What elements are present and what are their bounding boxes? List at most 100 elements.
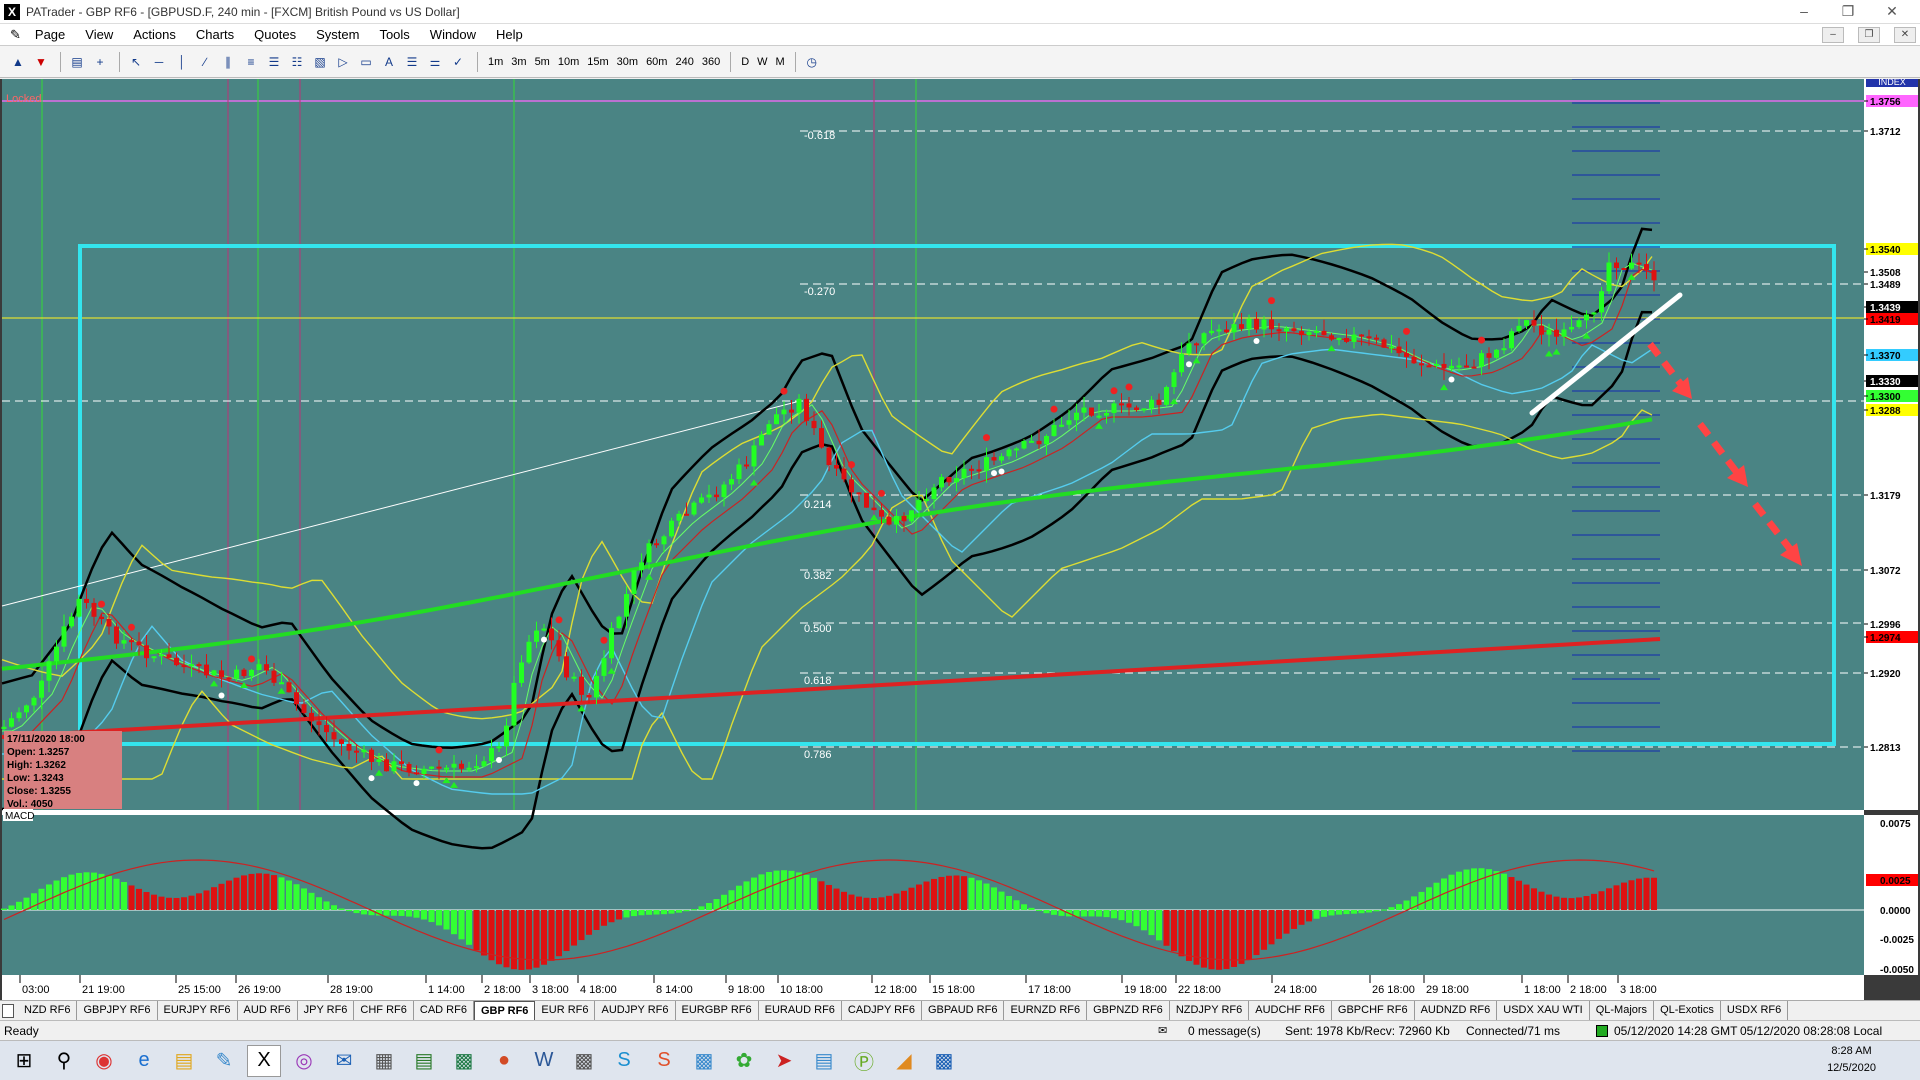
patrader-taskbar-icon[interactable]: X	[247, 1044, 281, 1077]
powerpoint-icon[interactable]: ●	[484, 1042, 524, 1080]
word-icon[interactable]: W	[524, 1042, 564, 1080]
calculator-icon[interactable]: ▦	[364, 1042, 404, 1080]
bird-icon[interactable]: ➤	[764, 1042, 804, 1080]
gann-icon[interactable]: ▧	[310, 52, 330, 72]
timeframe-3m[interactable]: 3m	[511, 56, 526, 68]
chart-icon[interactable]: ▤	[67, 52, 87, 72]
tab-scroll-icon[interactable]	[2, 1003, 14, 1018]
menu-actions[interactable]: Actions	[123, 24, 186, 46]
status-messages[interactable]: 0 message(s)	[1188, 1021, 1261, 1041]
w-green-icon[interactable]: Ⓟ	[844, 1042, 884, 1080]
tab-nzd-rf6[interactable]: NZD RF6	[18, 1001, 78, 1020]
tab-gbpnzd-rf6[interactable]: GBPNZD RF6	[1087, 1001, 1170, 1020]
crosshair-icon[interactable]: +	[90, 52, 110, 72]
tab-eurgbp-rf6[interactable]: EURGBP RF6	[676, 1001, 759, 1020]
tab-gbpchf-rf6[interactable]: GBPCHF RF6	[1332, 1001, 1415, 1020]
chart-app-icon[interactable]: ▤	[404, 1042, 444, 1080]
tab-audjpy-rf6[interactable]: AUDJPY RF6	[595, 1001, 676, 1020]
restore-icon[interactable]: ❐	[1826, 0, 1870, 24]
tab-euraud-rf6[interactable]: EURAUD RF6	[759, 1001, 842, 1020]
slash-app-icon[interactable]: ◢	[884, 1042, 924, 1080]
menu-window[interactable]: Window	[420, 24, 486, 46]
timeframe-360[interactable]: 360	[702, 56, 720, 68]
menu-help[interactable]: Help	[486, 24, 533, 46]
close-icon[interactable]: ✕	[1870, 0, 1914, 24]
buy-icon[interactable]: ▲	[8, 52, 28, 72]
timeframe-240[interactable]: 240	[675, 56, 693, 68]
menu-charts[interactable]: Charts	[186, 24, 244, 46]
timeframe-15m[interactable]: 15m	[587, 56, 608, 68]
s-orange-icon[interactable]: S	[644, 1042, 684, 1080]
fibonacci-icon[interactable]: ≡	[241, 52, 261, 72]
timeframe-60m[interactable]: 60m	[646, 56, 667, 68]
draw-tool-icon[interactable]: ✓	[448, 52, 468, 72]
tab-eurnzd-rf6[interactable]: EURNZD RF6	[1004, 1001, 1088, 1020]
timeframe-5m[interactable]: 5m	[535, 56, 550, 68]
timeframe-w[interactable]: W	[757, 56, 767, 68]
sell-icon[interactable]: ▼	[31, 52, 51, 72]
tab-eurjpy-rf6[interactable]: EURJPY RF6	[158, 1001, 238, 1020]
menu-view[interactable]: View	[75, 24, 123, 46]
vertical-line-icon[interactable]: │	[172, 52, 192, 72]
tab-audnzd-rf6[interactable]: AUDNZD RF6	[1415, 1001, 1498, 1020]
menu-page[interactable]: Page	[25, 24, 75, 46]
timeframe-1m[interactable]: 1m	[488, 56, 503, 68]
tab-aud-rf6[interactable]: AUD RF6	[238, 1001, 298, 1020]
tab-usdx-rf6[interactable]: USDX RF6	[1721, 1001, 1789, 1020]
chart-area[interactable]: -0.618 -0.270 0.214 0.382 0.500 0.618 0.…	[0, 79, 1920, 1000]
mail-icon[interactable]: ✉	[1158, 1021, 1167, 1041]
page-icon[interactable]: ✎	[0, 24, 25, 46]
menu-tools[interactable]: Tools	[369, 24, 419, 46]
tab-gbpjpy-rf6[interactable]: GBPJPY RF6	[77, 1001, 158, 1020]
channel-icon[interactable]: ∥	[218, 52, 238, 72]
tab-eur-rf6[interactable]: EUR RF6	[535, 1001, 596, 1020]
tab-chf-rf6[interactable]: CHF RF6	[354, 1001, 414, 1020]
timeframe-10m[interactable]: 10m	[558, 56, 579, 68]
text-icon[interactable]: A	[379, 52, 399, 72]
excel-icon[interactable]: ▩	[444, 1042, 484, 1080]
tab-cad-rf6[interactable]: CAD RF6	[414, 1001, 474, 1020]
horizontal-line-icon[interactable]: ─	[149, 52, 169, 72]
tab-nzdjpy-rf6[interactable]: NZDJPY RF6	[1170, 1001, 1250, 1020]
andrews-icon[interactable]: ⚌	[425, 52, 445, 72]
timeframe-d[interactable]: D	[741, 56, 749, 68]
leaf-icon[interactable]: ✿	[724, 1042, 764, 1080]
cursor-icon[interactable]: ↖	[126, 52, 146, 72]
windows-start-icon[interactable]: ⊞	[4, 1042, 44, 1080]
tab-usdx-xau-wti[interactable]: USDX XAU WTI	[1497, 1001, 1590, 1020]
s-app-icon[interactable]: S	[604, 1042, 644, 1080]
pen-app-icon[interactable]: ✎	[204, 1042, 244, 1080]
screen-app-icon[interactable]: ▩	[684, 1042, 724, 1080]
search-icon[interactable]: ⚲	[44, 1042, 84, 1080]
mdi-minimize-icon[interactable]: –	[1822, 27, 1844, 43]
fib-arc-icon[interactable]: ☷	[287, 52, 307, 72]
file-explorer-icon[interactable]: ▤	[164, 1042, 204, 1080]
minimize-icon[interactable]: –	[1782, 0, 1826, 24]
mdi-close-icon[interactable]: ✕	[1894, 27, 1916, 43]
taskbar-clock[interactable]: 8:28 AM 12/5/2020	[1827, 1043, 1876, 1077]
edge-icon[interactable]: e	[124, 1042, 164, 1080]
menu-quotes[interactable]: Quotes	[244, 24, 306, 46]
price-chart[interactable]: -0.618 -0.270 0.214 0.382 0.500 0.618 0.…	[0, 79, 1920, 1000]
chrome-icon[interactable]: ◉	[84, 1042, 124, 1080]
window-app-icon[interactable]: ▩	[564, 1042, 604, 1080]
rectangle-icon[interactable]: ▭	[356, 52, 376, 72]
cycle-lines-icon[interactable]: ▷	[333, 52, 353, 72]
app-circle-icon[interactable]: ◎	[284, 1042, 324, 1080]
trend-line-icon[interactable]: ∕	[195, 52, 215, 72]
tab-gbp-rf6[interactable]: GBP RF6	[473, 1001, 536, 1020]
timeframe-m[interactable]: M	[776, 56, 785, 68]
tab-ql-exotics[interactable]: QL-Exotics	[1654, 1001, 1721, 1020]
photo-app-icon[interactable]: ▩	[924, 1042, 964, 1080]
tab-cadjpy-rf6[interactable]: CADJPY RF6	[842, 1001, 922, 1020]
pitchfork-icon[interactable]: ☰	[402, 52, 422, 72]
folder-blue-icon[interactable]: ▤	[804, 1042, 844, 1080]
fib-fan-icon[interactable]: ☰	[264, 52, 284, 72]
mdi-restore-icon[interactable]: ❐	[1858, 27, 1880, 43]
clock-icon[interactable]: ◷	[802, 52, 822, 72]
timeframe-30m[interactable]: 30m	[617, 56, 638, 68]
pane-separator[interactable]	[2, 810, 1864, 815]
tab-gbpaud-rf6[interactable]: GBPAUD RF6	[922, 1001, 1005, 1020]
menu-system[interactable]: System	[306, 24, 369, 46]
tab-ql-majors[interactable]: QL-Majors	[1590, 1001, 1655, 1020]
